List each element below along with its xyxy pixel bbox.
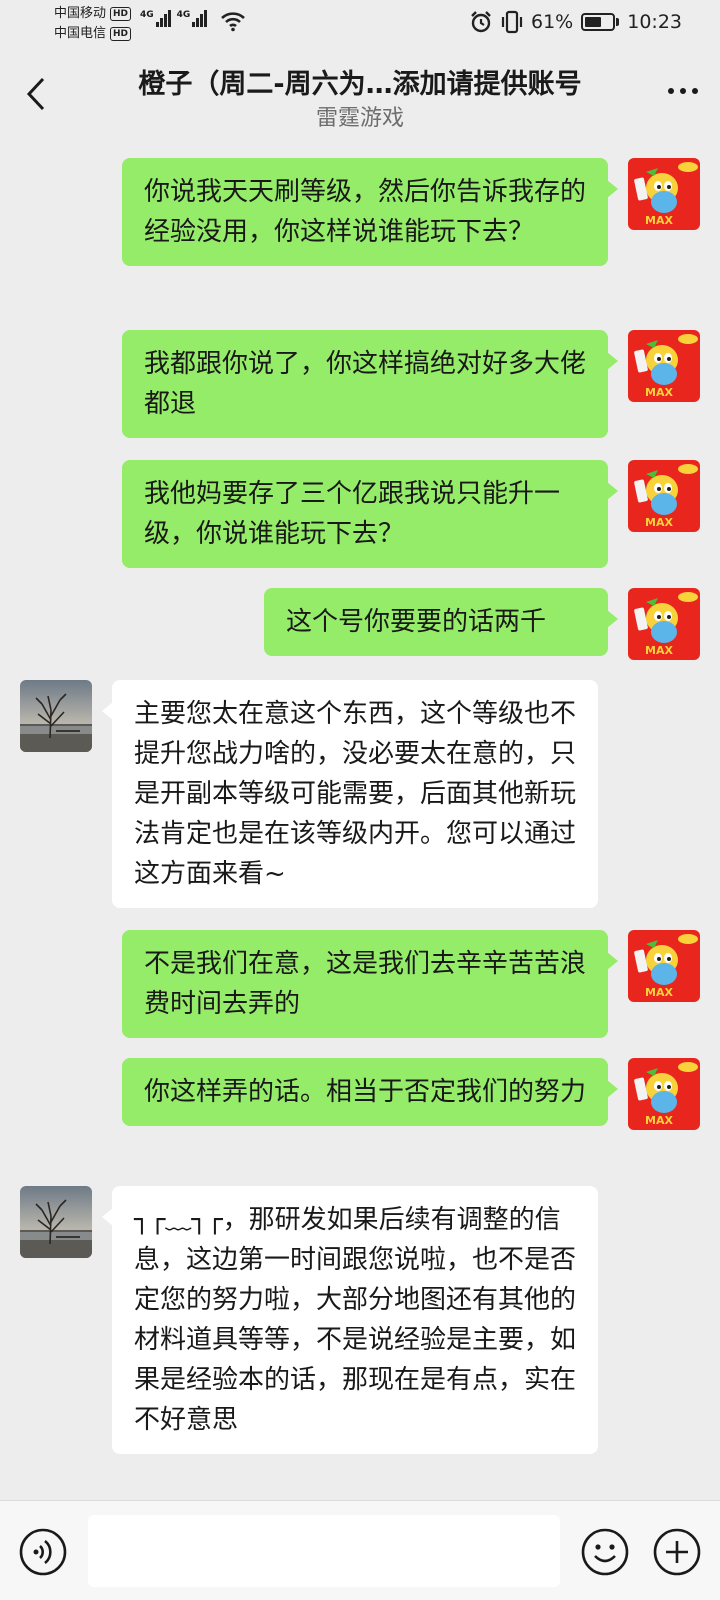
plus-button[interactable] xyxy=(652,1527,702,1577)
wifi-icon xyxy=(221,12,245,32)
back-icon xyxy=(26,77,45,111)
mascot-avatar-icon: MAX xyxy=(628,930,700,1002)
voice-button[interactable] xyxy=(18,1527,68,1577)
svg-text:MAX: MAX xyxy=(645,214,673,227)
voice-icon xyxy=(19,1528,67,1576)
avatar-self[interactable]: MAX xyxy=(628,330,700,402)
emoji-button[interactable] xyxy=(580,1527,630,1577)
signal-icon: 4G xyxy=(140,10,171,27)
svg-text:MAX: MAX xyxy=(645,386,673,399)
message-bubble[interactable]: 不是我们在意，这是我们去辛辛苦苦浪费时间去弄的 xyxy=(122,930,618,1038)
mascot-avatar-icon: MAX xyxy=(628,330,700,402)
message-bubble[interactable]: ┐┌﹏┐┌，那研发如果后续有调整的信息，这边第一时间跟您说啦，也不是否定您的努力… xyxy=(102,1186,598,1454)
mascot-avatar-icon: MAX xyxy=(628,158,700,230)
carrier-1: 中国移动 xyxy=(54,6,107,21)
avatar-self[interactable]: MAX xyxy=(628,460,700,532)
hd-badge: HD xyxy=(110,7,132,21)
avatar-self[interactable]: MAX xyxy=(628,1058,700,1130)
svg-text:MAX: MAX xyxy=(645,516,673,529)
message-bubble[interactable]: 你说我天天刷等级，然后你告诉我存的经验没用，你这样说谁能玩下去？ xyxy=(122,158,618,266)
status-right: 61% 10:23 xyxy=(469,10,682,34)
chat-title: 橙子（周二-周六为…添加请提供账号 xyxy=(138,69,582,100)
signal-icons: 4G 4G xyxy=(140,10,208,27)
more-icon xyxy=(668,88,674,94)
mascot-avatar-icon: MAX xyxy=(628,1058,700,1130)
chat-subtitle: 雷霆游戏 xyxy=(315,106,404,131)
mascot-avatar-icon: MAX xyxy=(628,460,700,532)
landscape-avatar-icon xyxy=(20,680,92,752)
message-bubble[interactable]: 主要您太在意这个东西，这个等级也不提升您战力啥的，没必要太在意的，只是开副本等级… xyxy=(102,680,598,908)
more-button[interactable] xyxy=(668,88,698,94)
carrier-info: 中国移动 HD 中国电信 HD xyxy=(54,4,132,44)
battery-icon xyxy=(581,13,620,31)
plus-icon xyxy=(653,1528,701,1576)
avatar-self[interactable]: MAX xyxy=(628,930,700,1002)
emoji-icon xyxy=(581,1528,629,1576)
landscape-avatar-icon xyxy=(20,1186,92,1258)
input-bar xyxy=(0,1500,720,1600)
back-button[interactable] xyxy=(20,74,52,114)
message-bubble[interactable]: 我都跟你说了，你这样搞绝对好多大佬都退 xyxy=(122,330,618,438)
hd-badge: HD xyxy=(110,27,132,41)
carrier-2: 中国电信 xyxy=(54,26,107,41)
message-bubble[interactable]: 我他妈要存了三个亿跟我说只能升一级，你说谁能玩下去？ xyxy=(122,460,618,568)
svg-text:MAX: MAX xyxy=(645,644,673,657)
alarm-icon xyxy=(471,11,491,33)
avatar-agent[interactable] xyxy=(20,680,92,752)
avatar-self[interactable]: MAX xyxy=(628,588,700,660)
message-bubble[interactable]: 你这样弄的话。相当于否定我们的努力 xyxy=(122,1058,618,1126)
svg-text:MAX: MAX xyxy=(645,1114,673,1127)
signal-icon: 4G xyxy=(177,10,208,27)
vibrate-icon xyxy=(501,10,523,34)
mascot-avatar-icon: MAX xyxy=(628,588,700,660)
avatar-agent[interactable] xyxy=(20,1186,92,1258)
status-bar: 中国移动 HD 中国电信 HD 4G 4G 61% 10:23 xyxy=(0,0,720,48)
message-input[interactable] xyxy=(88,1515,560,1587)
avatar-self[interactable]: MAX xyxy=(628,158,700,230)
clock: 10:23 xyxy=(627,11,682,33)
chat-header: 橙子（周二-周六为…添加请提供账号 雷霆游戏 xyxy=(0,48,720,140)
battery-fill xyxy=(585,17,602,27)
battery-percent: 61% xyxy=(531,11,574,33)
message-bubble[interactable]: 这个号你要要的话两千 xyxy=(264,588,618,656)
message-list[interactable]: 你说我天天刷等级，然后你告诉我存的经验没用，你这样说谁能玩下去？ MAX 我都跟… xyxy=(0,140,720,1500)
svg-text:MAX: MAX xyxy=(645,986,673,999)
